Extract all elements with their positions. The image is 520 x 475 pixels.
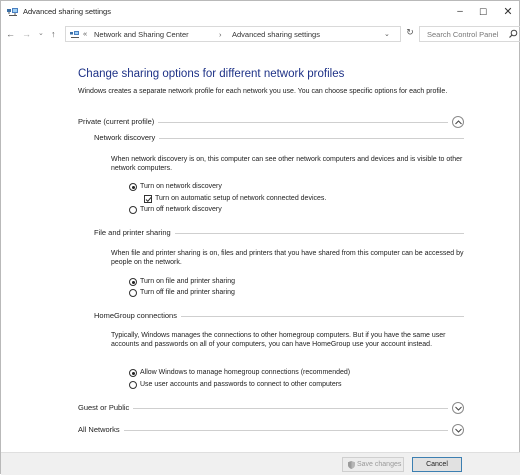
radio-label[interactable]: Use user accounts and passwords to conne…	[140, 381, 342, 388]
up-button[interactable]: ↑	[51, 27, 56, 41]
recent-locations-button[interactable]: ⌄	[38, 27, 44, 41]
shield-icon	[348, 461, 355, 469]
section-all-networks-label[interactable]: All Networks	[78, 425, 124, 434]
forward-button[interactable]: →	[22, 27, 31, 41]
save-changes-button[interactable]: Save changes	[342, 457, 404, 472]
divider	[78, 430, 448, 431]
file-printer-description: When file and printer sharing is on, fil…	[111, 250, 464, 266]
page-intro: Windows creates a separate network profi…	[78, 88, 448, 95]
title-bar[interactable]: Advanced sharing settings – ☐ ✕	[1, 1, 520, 23]
chevron-down-icon[interactable]	[452, 424, 464, 436]
radio-network-discovery-on[interactable]	[129, 183, 137, 191]
radio-label[interactable]: Turn on file and printer sharing	[140, 278, 235, 285]
subsection-homegroup: HomeGroup connections	[94, 310, 464, 322]
window-title: Advanced sharing settings	[23, 7, 111, 16]
search-icon[interactable]	[508, 29, 518, 39]
checkbox-label[interactable]: Turn on automatic setup of network conne…	[155, 195, 326, 202]
homegroup-label: HomeGroup connections	[94, 311, 181, 320]
address-dropdown-icon[interactable]: ⌄	[384, 30, 390, 38]
radio-label[interactable]: Turn on network discovery	[140, 183, 222, 190]
divider	[78, 408, 448, 409]
network-sharing-icon	[7, 8, 19, 17]
save-changes-label[interactable]: Save changes	[357, 458, 401, 471]
radio-homegroup-allow[interactable]	[129, 369, 137, 377]
section-private-label[interactable]: Private (current profile)	[78, 117, 159, 126]
breadcrumb-advanced-sharing-settings[interactable]: Advanced sharing settings	[232, 30, 320, 39]
address-overflow[interactable]: «	[83, 29, 87, 38]
search-box[interactable]: Search Control Panel	[419, 26, 520, 42]
search-input[interactable]: Search Control Panel	[427, 30, 498, 39]
radio-label[interactable]: Turn off network discovery	[140, 206, 222, 213]
address-bar[interactable]: « Network and Sharing Center › Advanced …	[65, 26, 401, 42]
subsection-file-printer-sharing: File and printer sharing	[94, 227, 464, 239]
chevron-down-icon[interactable]	[452, 402, 464, 414]
subsection-network-discovery: Network discovery	[94, 132, 464, 144]
radio-file-printer-on[interactable]	[129, 278, 137, 286]
control-panel-icon	[70, 31, 80, 39]
navigation-bar: ← → ⌄ ↑ « Network and Sharing Center › A…	[1, 26, 520, 44]
footer-bar: Save changes Cancel	[1, 452, 520, 475]
checkbox-auto-setup[interactable]	[144, 195, 152, 203]
refresh-button[interactable]: ↻	[403, 27, 417, 38]
radio-homegroup-user-accounts[interactable]	[129, 381, 137, 389]
network-discovery-description: When network discovery is on, this compu…	[111, 156, 463, 172]
section-private[interactable]: Private (current profile)	[78, 116, 468, 128]
radio-file-printer-off[interactable]	[129, 289, 137, 297]
radio-label[interactable]: Allow Windows to manage homegroup connec…	[140, 369, 350, 376]
maximize-button[interactable]: ☐	[471, 4, 495, 20]
breadcrumb-network-sharing-center[interactable]: Network and Sharing Center	[94, 30, 189, 39]
network-discovery-label: Network discovery	[94, 133, 160, 142]
advanced-sharing-window: Advanced sharing settings – ☐ ✕ ← → ⌄ ↑ …	[0, 0, 520, 475]
section-all-networks[interactable]: All Networks	[78, 424, 468, 436]
homegroup-description: Typically, Windows manages the connectio…	[111, 332, 446, 348]
radio-network-discovery-off[interactable]	[129, 206, 137, 214]
file-printer-sharing-label: File and printer sharing	[94, 228, 175, 237]
radio-label[interactable]: Turn off file and printer sharing	[140, 289, 235, 296]
minimize-button[interactable]: –	[448, 4, 472, 20]
close-button[interactable]: ✕	[496, 4, 520, 20]
breadcrumb-separator[interactable]: ›	[219, 30, 222, 39]
chevron-up-icon[interactable]	[452, 116, 464, 128]
cancel-button[interactable]: Cancel	[412, 457, 462, 472]
section-guest-public-label[interactable]: Guest or Public	[78, 403, 134, 412]
section-guest-public[interactable]: Guest or Public	[78, 402, 468, 414]
back-button[interactable]: ←	[6, 27, 15, 41]
page-title: Change sharing options for different net…	[78, 68, 345, 80]
